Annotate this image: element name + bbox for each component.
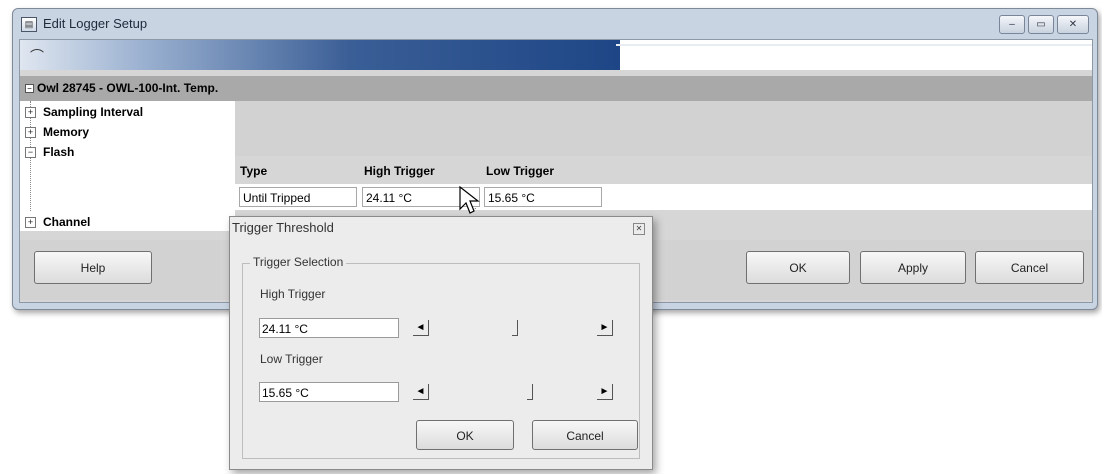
expand-icon[interactable]: + xyxy=(25,106,36,118)
window-app-icon: ▤ xyxy=(21,17,37,32)
progress-fill xyxy=(20,40,621,70)
dialog-cancel-button[interactable]: Cancel xyxy=(532,420,638,450)
help-button[interactable]: Help xyxy=(34,251,152,284)
dialog-title: Trigger Threshold xyxy=(232,220,334,235)
low-trigger-left-arrow-icon[interactable]: ◄ xyxy=(413,384,429,400)
high-trigger-right-arrow-icon[interactable]: ► xyxy=(597,320,613,336)
tree-item-label: Channel xyxy=(43,215,91,229)
tree-item-memory[interactable]: + Memory xyxy=(25,123,89,141)
low-trigger-right-arrow-icon[interactable]: ► xyxy=(597,384,613,400)
tree-item-label: Sampling Interval xyxy=(43,105,144,119)
dialog-ok-button[interactable]: OK xyxy=(416,420,514,450)
mouse-cursor-icon xyxy=(459,185,480,214)
column-header-high-trigger: High Trigger xyxy=(364,164,435,178)
low-trigger-field[interactable]: 15.65 °C xyxy=(484,187,602,207)
caption-buttons: – ▭ ✕ xyxy=(999,15,1089,34)
property-panel xyxy=(235,101,1092,156)
cancel-button[interactable]: Cancel xyxy=(975,251,1084,284)
column-header-type: Type xyxy=(240,164,268,178)
low-trigger-label: Low Trigger xyxy=(260,352,323,366)
close-icon[interactable]: ✕ xyxy=(633,223,645,235)
expand-icon[interactable]: + xyxy=(25,216,36,228)
low-trigger-slider-thumb[interactable] xyxy=(527,384,533,400)
logger-group-label: Owl 28745 - OWL-100-Int. Temp. xyxy=(37,81,219,95)
expand-icon[interactable]: + xyxy=(25,126,36,138)
tree-item-flash[interactable]: − Flash xyxy=(25,143,74,161)
window-title: Edit Logger Setup xyxy=(43,16,148,31)
minimize-button[interactable]: – xyxy=(999,15,1025,34)
title-bar[interactable]: ▤ Edit Logger Setup – ▭ ✕ xyxy=(13,9,1097,39)
progress-bar: ⌒ xyxy=(20,40,1092,70)
settings-tree: + Sampling Interval + Memory − Flash + C… xyxy=(20,101,235,231)
column-header-low-trigger: Low Trigger xyxy=(486,164,555,178)
type-field[interactable]: Until Tripped xyxy=(239,187,357,207)
high-trigger-left-arrow-icon[interactable]: ◄ xyxy=(413,320,429,336)
collapse-icon[interactable]: − xyxy=(25,146,36,158)
trigger-selection-label: Trigger Selection xyxy=(250,255,347,269)
collapse-icon[interactable]: − xyxy=(25,84,34,93)
high-trigger-input[interactable]: 24.11 °C xyxy=(259,318,399,338)
ok-button[interactable]: OK xyxy=(746,251,850,284)
tree-item-sampling-interval[interactable]: + Sampling Interval xyxy=(25,103,143,121)
logger-group-header[interactable]: − Owl 28745 - OWL-100-Int. Temp. xyxy=(20,76,1092,101)
tree-item-channel[interactable]: + Channel xyxy=(25,213,90,231)
trigger-threshold-dialog: Trigger Threshold ✕ Trigger Selection Hi… xyxy=(229,216,653,470)
busy-indicator-icon: ⌒ xyxy=(30,48,44,64)
close-button[interactable]: ✕ xyxy=(1057,15,1089,34)
maximize-button[interactable]: ▭ xyxy=(1028,15,1054,34)
low-trigger-input[interactable]: 15.65 °C xyxy=(259,382,399,402)
high-trigger-slider-thumb[interactable] xyxy=(512,320,518,336)
tree-item-label: Memory xyxy=(43,125,90,139)
tree-item-label: Flash xyxy=(43,145,75,159)
apply-button[interactable]: Apply xyxy=(860,251,966,284)
high-trigger-label: High Trigger xyxy=(260,287,326,301)
